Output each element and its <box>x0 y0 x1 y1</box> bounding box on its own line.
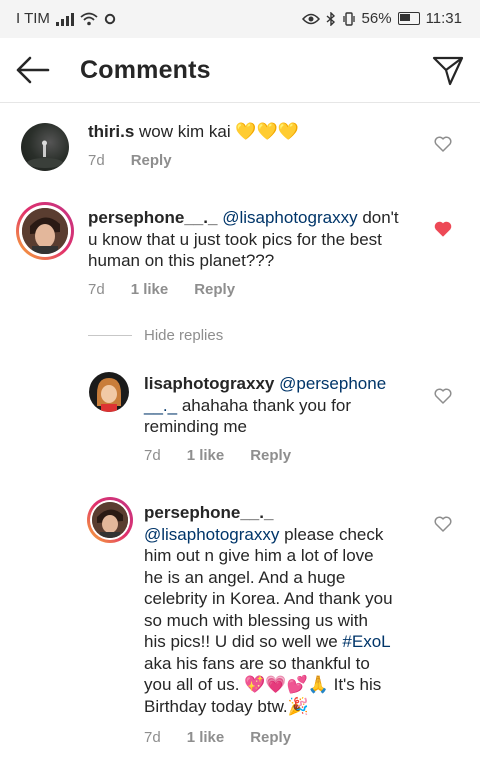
reply-body-line: his pics!! U did so well we <box>144 632 338 651</box>
reply-button[interactable]: Reply <box>194 281 235 298</box>
hashtag-link[interactable]: #ExoL <box>342 632 390 651</box>
comment-text: persephone__._ @lisaphotograxxy don't u … <box>88 207 428 272</box>
story-ring[interactable] <box>16 202 74 260</box>
comment-body: wow kim kai <box>139 122 231 141</box>
reply-body-line: him out n give him a lot of love <box>144 546 374 565</box>
comment-body-line: human on this planet??? <box>88 251 275 270</box>
reply-body-line: ahahaha thank you for <box>181 395 352 415</box>
reply-meta: 7d 1 like Reply <box>144 447 291 464</box>
mention-link[interactable]: @lisaphotograxxy <box>144 525 279 544</box>
comment-username[interactable]: thiri.s <box>88 122 134 141</box>
reply-button[interactable]: Reply <box>131 152 172 169</box>
reply-body-line: so much with blessing us with <box>144 610 368 630</box>
battery-icon <box>397 12 420 25</box>
vibrate-icon <box>342 11 355 26</box>
yellow-hearts-emoji: 💛💛💛 <box>235 122 299 141</box>
comment-age: 7d <box>88 281 105 298</box>
heart-outline-icon[interactable] <box>434 388 452 404</box>
battery-percent: 56% <box>361 10 392 27</box>
avatar-lisaphotograxxy[interactable] <box>89 372 129 412</box>
reply-body-line: Birthday today btw. <box>144 696 288 716</box>
heart-filled-icon[interactable] <box>434 221 452 237</box>
signal-icon <box>55 12 74 26</box>
reply-username[interactable]: persephone__._ <box>144 503 273 522</box>
reply-body-line: reminding me <box>144 417 247 436</box>
hearts-pray-emoji: 💖💗💕🙏 <box>244 675 329 694</box>
comment-body-line: u know that u just took pics for the bes… <box>88 229 382 249</box>
reply-button[interactable]: Reply <box>250 447 291 464</box>
likes-count[interactable]: 1 like <box>187 447 225 464</box>
status-bar: I TIM 56% 11:31 <box>0 0 480 38</box>
comment-meta: 7d Reply <box>88 152 172 169</box>
reply-body-line: please check <box>284 524 384 544</box>
avatar-persephone <box>22 208 68 254</box>
eye-icon <box>301 13 320 24</box>
reply-age: 7d <box>144 729 161 746</box>
comment-age: 7d <box>88 152 105 169</box>
hide-replies-label: Hide replies <box>144 327 224 344</box>
avatar-thiri[interactable] <box>21 123 69 171</box>
sync-icon <box>104 13 116 24</box>
reply-age: 7d <box>144 447 161 464</box>
avatar-persephone <box>92 502 128 538</box>
party-popper-emoji: 🎉 <box>287 696 309 716</box>
reply-body-line: he is an angel. And a huge <box>144 567 346 587</box>
mention-link[interactable]: @persephone <box>279 374 386 393</box>
carrier-label: I TIM <box>16 10 50 27</box>
comment-meta: 7d 1 like Reply <box>88 281 235 298</box>
mention-link-cont[interactable]: __._ <box>144 396 177 415</box>
hide-replies-toggle[interactable]: Hide replies <box>88 327 223 344</box>
direct-message-icon[interactable] <box>432 54 464 86</box>
back-arrow-icon[interactable] <box>14 54 50 86</box>
reply-text: persephone__._ @lisaphotograxxy please c… <box>144 502 424 717</box>
page-title: Comments <box>80 56 211 84</box>
bluetooth-icon <box>326 11 335 26</box>
comment-body-line: don't <box>362 208 399 227</box>
likes-count[interactable]: 1 like <box>187 729 225 746</box>
likes-count[interactable]: 1 like <box>131 281 169 298</box>
comment-text: thiri.s wow kim kai 💛💛💛 <box>88 121 299 143</box>
clock: 11:31 <box>425 10 462 27</box>
reply-username[interactable]: lisaphotograxxy <box>144 374 274 393</box>
reply-text: lisaphotograxxy @persephone __._ ahahaha… <box>144 373 404 438</box>
comment-username[interactable]: persephone__._ <box>88 208 217 227</box>
heart-outline-icon[interactable] <box>434 136 452 152</box>
reply-body-line: you all of us. <box>144 675 240 694</box>
story-ring[interactable] <box>87 497 133 543</box>
mention-link[interactable]: @lisaphotograxxy <box>222 208 357 227</box>
heart-outline-icon[interactable] <box>434 516 452 532</box>
reply-button[interactable]: Reply <box>250 729 291 746</box>
divider-line <box>88 335 132 336</box>
reply-body-line: It's his <box>333 675 382 694</box>
header-bar: Comments <box>0 38 480 103</box>
reply-body-line: celebrity in Korea. And thank you <box>144 589 393 608</box>
wifi-icon <box>80 12 98 25</box>
reply-meta: 7d 1 like Reply <box>144 729 291 746</box>
reply-body-line: aka his fans are so thankful to <box>144 653 370 673</box>
